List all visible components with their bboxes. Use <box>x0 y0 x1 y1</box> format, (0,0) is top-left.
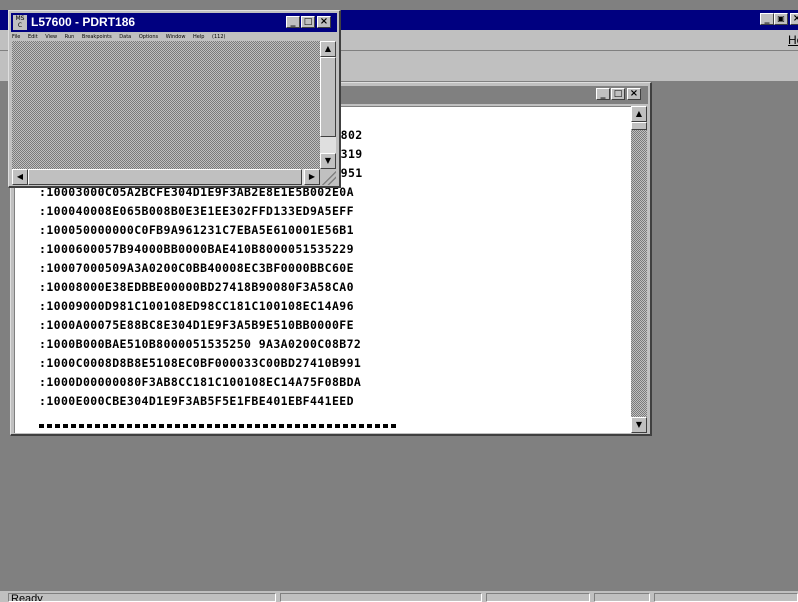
hex-line: :100040008E065B008B0E3E1EE302FFD133ED9A5… <box>39 204 354 218</box>
main-close-button[interactable]: × <box>790 13 798 25</box>
hex-line: :1000D00000080F3AB8CC181C100108EC14A75F0… <box>39 375 362 389</box>
hex-line: :1000C0008D8B8E5108EC0BF000033C00BD27410… <box>39 356 362 370</box>
arrow-up-icon: ▲ <box>324 44 332 53</box>
minimize-icon: _ <box>290 16 296 27</box>
mini-menu-view[interactable]: View <box>45 33 57 41</box>
hex-line: :10007000509A3A0200C0BB40008EC3BF0000BBC… <box>39 261 354 275</box>
close-icon: × <box>319 16 329 27</box>
mini-scroll-up-button[interactable]: ▲ <box>320 41 336 57</box>
hex-maximize-button[interactable]: □ <box>611 88 625 100</box>
mini-scroll-down-button[interactable]: ▼ <box>320 153 336 169</box>
mini-scroll-left-button[interactable]: ◀ <box>12 169 28 185</box>
debugger-mini-window: MS C L57600 - PDRT186 _ □ × File Edit Vi… <box>8 10 341 188</box>
hex-line: :10009000D981C100108ED98CC181C100108EC14… <box>39 299 354 313</box>
hex-line: :10008000E38EDBBE00000BD27418B90080F3A58… <box>39 280 354 294</box>
hex-close-button[interactable]: × <box>627 88 641 100</box>
close-icon: × <box>792 13 798 24</box>
main-minimize-button[interactable]: _ <box>760 13 774 25</box>
hex-line: :1000600057B94000BB0000BAE410B8000051535… <box>39 242 354 256</box>
mini-menu-options[interactable]: Options <box>139 33 158 41</box>
mini-menu-count: (112) <box>212 34 226 40</box>
hex-scroll-down-button[interactable]: ▼ <box>631 417 647 433</box>
minimize-icon: _ <box>600 88 606 99</box>
mini-minimize-button[interactable]: _ <box>286 16 300 28</box>
hex-line: :1000B000BAE510B8000051535250 9A3A0200C0… <box>39 337 362 351</box>
mini-menu-file[interactable]: File <box>12 33 20 41</box>
minimize-icon: _ <box>764 13 770 24</box>
restore-icon: ▣ <box>777 14 785 23</box>
status-pane-5 <box>654 593 798 602</box>
arrow-right-icon: ▶ <box>308 172 316 181</box>
hex-line: :1000A00075E88BC8E304D1E9F3A5B9E510BB000… <box>39 318 354 332</box>
mini-window-title: L57600 - PDRT186 <box>31 15 136 29</box>
mini-menu-breakpoints[interactable]: Breakpoints <box>82 33 112 41</box>
maximize-icon: □ <box>613 89 623 99</box>
hex-vertical-scrollbar[interactable] <box>631 106 647 433</box>
hex-cut-line <box>39 424 399 428</box>
mini-menu-edit[interactable]: Edit <box>28 33 38 41</box>
status-pane-main: Ready <box>8 593 276 602</box>
hex-line: :100050000000C0FB9A961231C7EBA5E610001E5… <box>39 223 354 237</box>
resize-grip-icon[interactable] <box>320 169 336 185</box>
mini-maximize-button[interactable]: □ <box>301 16 315 28</box>
maximize-icon: □ <box>303 17 313 27</box>
arrow-left-icon: ◀ <box>16 172 24 181</box>
hex-minimize-button[interactable]: _ <box>596 88 610 100</box>
mini-menu-data[interactable]: Data <box>119 33 131 41</box>
status-pane-4 <box>594 593 650 602</box>
arrow-down-icon: ▼ <box>324 156 332 165</box>
mini-menu-run[interactable]: Run <box>65 33 75 41</box>
mini-menu-window[interactable]: Window <box>166 33 186 41</box>
status-pane-2 <box>280 593 482 602</box>
arrow-down-icon: ▼ <box>635 420 643 429</box>
hex-scroll-thumb[interactable] <box>631 122 647 130</box>
app-logo-icon: MS C <box>13 15 27 30</box>
close-icon: × <box>629 88 639 99</box>
status-text: Ready <box>11 593 43 602</box>
menu-help[interactable]: Help <box>788 33 798 47</box>
mini-horizontal-thumb[interactable] <box>28 169 302 185</box>
hex-scroll-up-button[interactable]: ▲ <box>631 106 647 122</box>
mini-scroll-right-button[interactable]: ▶ <box>304 169 320 185</box>
mini-client-area[interactable] <box>12 41 320 174</box>
mini-scroll-thumb[interactable] <box>320 57 336 137</box>
mini-menu-help[interactable]: Help <box>193 33 204 41</box>
arrow-up-icon: ▲ <box>635 109 643 118</box>
status-pane-3 <box>486 593 590 602</box>
main-restore-button[interactable]: ▣ <box>774 13 788 25</box>
hex-line: :1000E000CBE304D1E9F3AB5F5E1FBE401EBF441… <box>39 394 354 408</box>
mini-close-button[interactable]: × <box>317 16 331 28</box>
mini-menu-bar: File Edit View Run Breakpoints Data Opti… <box>12 33 320 41</box>
